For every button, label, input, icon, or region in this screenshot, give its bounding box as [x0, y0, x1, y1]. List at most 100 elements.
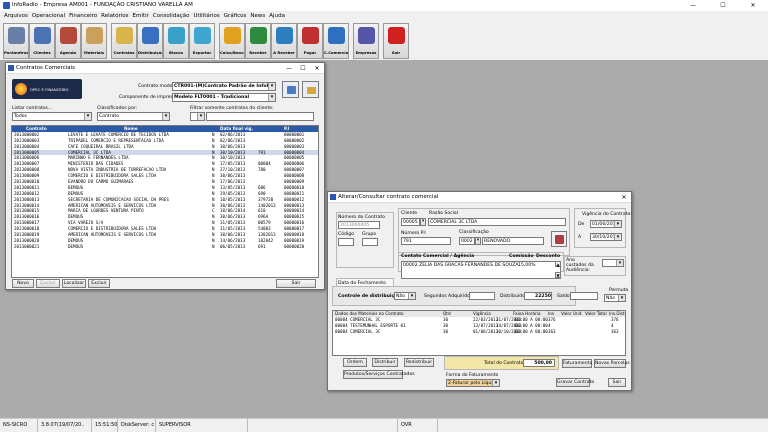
permuta-select[interactable]: Não — [604, 294, 626, 302]
balance-field[interactable] — [570, 292, 598, 300]
toolbar-button-par-metros[interactable]: Parâmetros — [3, 23, 29, 59]
material-cell: 30 — [443, 328, 449, 334]
contract-number-field[interactable]: 2013000005 — [338, 221, 380, 229]
toolbar-button-distribui-o[interactable]: Distribuição — [137, 23, 163, 59]
toolbar-button-empresas[interactable]: Empresas — [353, 23, 379, 59]
delete-button[interactable]: Excluir — [36, 279, 60, 288]
validity-from-field[interactable]: 01/06/2013 — [590, 220, 622, 228]
dist-control-select[interactable]: Não — [394, 292, 416, 300]
new-installments-button[interactable]: Novas Parcelas — [594, 359, 630, 368]
status-field — [248, 419, 398, 432]
contracts-minimize-button[interactable]: — — [282, 63, 296, 74]
printer-icon — [287, 86, 296, 94]
app-title: InfoRadio - Empresa AM001 - FUNDAÇÃO CRI… — [12, 2, 193, 8]
seconds-field[interactable] — [469, 292, 495, 300]
contract-cell: 2013000021 — [14, 243, 40, 249]
agency-list[interactable]: 00002 ZELIA DAS GRACAS FERNANDES DE SOUZ… — [401, 261, 561, 279]
edit-model-button[interactable] — [302, 81, 319, 98]
menu-consolidacao[interactable]: Consolidação — [151, 11, 192, 21]
client-card-icon — [555, 235, 564, 244]
client-edit-button[interactable] — [551, 231, 567, 247]
distribute-button[interactable]: Distribuir — [372, 358, 398, 367]
pi-field[interactable]: 791 — [401, 237, 451, 245]
exclude-button[interactable]: Excluir — [88, 279, 110, 288]
edit-close-button[interactable]: ✕ — [617, 192, 631, 203]
client-lookup-button[interactable]: ▾ — [420, 218, 426, 226]
distributed-field[interactable]: 22250 — [524, 292, 552, 300]
contract-row[interactable]: 2013000021 DEMOUS N 06/05/2013 691 00000020 — [12, 244, 318, 250]
agency-value: 00002 ZELIA DAS GRACAS FERNANDES DE SOUZ… — [403, 263, 519, 268]
toolbar-button-sair[interactable]: Sair — [383, 23, 409, 59]
edit-exit-button[interactable]: Sair — [608, 378, 626, 387]
material-row[interactable]: 00004 COMERCIAL 3C 30 01/08/2013 30/10/2013… — [333, 329, 625, 335]
contracts-close-button[interactable]: ✕ — [310, 63, 324, 74]
billing-form-select[interactable]: 2-Faturar pelo Líquido — [446, 379, 500, 387]
save-contract-button[interactable]: Gravar Contrato — [556, 378, 594, 387]
toolbar-button-caixa-banco[interactable]: Caixa/Banco — [219, 23, 245, 59]
menu-arquivos[interactable]: Arquivos — [2, 11, 30, 21]
code-field[interactable] — [338, 238, 354, 246]
new-button[interactable]: Novo — [12, 279, 34, 288]
commission-label: Comissão — [509, 254, 534, 259]
validity-to-field[interactable]: 30/10/2013 — [590, 233, 622, 241]
invoicing-button[interactable]: Faturamento — [562, 359, 592, 368]
toolbar-button-a-receber[interactable]: A Receber — [271, 23, 297, 59]
toolbar-button-agenda[interactable]: Agenda — [55, 23, 81, 59]
total-field[interactable]: 500,00 — [523, 359, 555, 367]
menu-ajuda[interactable]: Ajuda — [267, 11, 287, 21]
classification-lookup-button[interactable]: ▾ — [475, 237, 481, 245]
filter-client-code[interactable] — [190, 112, 205, 121]
find-button[interactable]: Localizar — [62, 279, 86, 288]
commission-value: 15,00% — [518, 263, 536, 268]
toolbar-button-exportar[interactable]: Exportar — [189, 23, 215, 59]
company-name-field[interactable]: COMERCIAL 3C LTDA — [428, 218, 566, 226]
contracts-table[interactable]: Contrato Nome Data final vig. P.I 201300… — [11, 125, 319, 278]
maximize-button[interactable]: ☐ — [708, 0, 738, 11]
contracts-exit-button[interactable]: Sair — [276, 279, 316, 288]
audience-select[interactable] — [602, 259, 624, 267]
toolbar-button-c-comercial[interactable]: C.Comercial — [323, 23, 349, 59]
toolbar-button-clientes[interactable]: Clientes — [29, 23, 55, 59]
menu-emitir[interactable]: Emitir — [131, 11, 151, 21]
dist-control-label: Controle de distribuição: — [338, 294, 403, 299]
toolbar-button-contratos[interactable]: Contratos — [111, 23, 137, 59]
print-model-button[interactable] — [282, 81, 299, 98]
group-field[interactable] — [362, 238, 378, 246]
menu-relatorios[interactable]: Relatórios — [99, 11, 130, 21]
menu-utilitarios[interactable]: Utilitários — [191, 11, 221, 21]
toolbar-button-pagar[interactable]: Pagar — [297, 23, 323, 59]
clients-icon — [34, 27, 51, 44]
app-title-bar: InfoRadio - Empresa AM001 - FUNDAÇÃO CRI… — [0, 0, 768, 11]
menu-operacional[interactable]: Operacional — [30, 11, 67, 21]
materials-table[interactable]: Dados dos Materiais no Contrato Qtd Vigê… — [332, 310, 626, 356]
contract-cell: DEMOUS — [68, 243, 84, 249]
redistribute-button[interactable]: Redistribuir — [404, 358, 434, 367]
toolbar-button-label: Distribuição — [138, 50, 162, 55]
toolbar-button-blocos[interactable]: Blocos — [163, 23, 189, 59]
pay-icon — [302, 27, 319, 44]
printing-select[interactable]: Modelo FLT0001 - Tradicional — [172, 93, 276, 102]
filter-client-name[interactable] — [206, 112, 314, 121]
products-services-button[interactable]: Produtos/Serviços Contratados — [343, 370, 415, 379]
status-field: SUPERVISOR — [156, 419, 248, 432]
toolbar-button-label: Empresas — [355, 50, 377, 55]
sort-select[interactable]: Contrato — [97, 112, 170, 121]
toolbar-button-receber[interactable]: Receber — [245, 23, 271, 59]
menu-graficos[interactable]: Gráficos — [222, 11, 249, 21]
client-code-field[interactable]: 00005 — [401, 218, 420, 226]
audience-label: Ano custados da Audiência: — [566, 258, 594, 273]
toolbar-button-materiais[interactable]: Materiais — [81, 23, 107, 59]
agency-scroll-up[interactable]: ▲ — [555, 261, 561, 267]
contracts-maximize-button[interactable]: ☐ — [296, 63, 310, 74]
minimize-button[interactable]: — — [678, 0, 708, 11]
menu-financeiro[interactable]: Financeiro — [67, 11, 99, 21]
order-button[interactable]: Ordem — [343, 358, 367, 367]
menu-news[interactable]: News — [248, 11, 267, 21]
model-select[interactable]: CTR001-(M)Contrato Padrão de InfoRadio — [172, 82, 276, 91]
list-select[interactable]: Todos — [12, 112, 92, 121]
classification-field[interactable]: RENOVADO — [482, 237, 544, 245]
agency-scroll-down[interactable]: ▼ — [555, 272, 561, 278]
classification-code-field[interactable]: 0002 — [459, 237, 475, 245]
status-field: 15:51:50 — [92, 419, 118, 432]
close-button[interactable]: ✕ — [738, 0, 768, 11]
